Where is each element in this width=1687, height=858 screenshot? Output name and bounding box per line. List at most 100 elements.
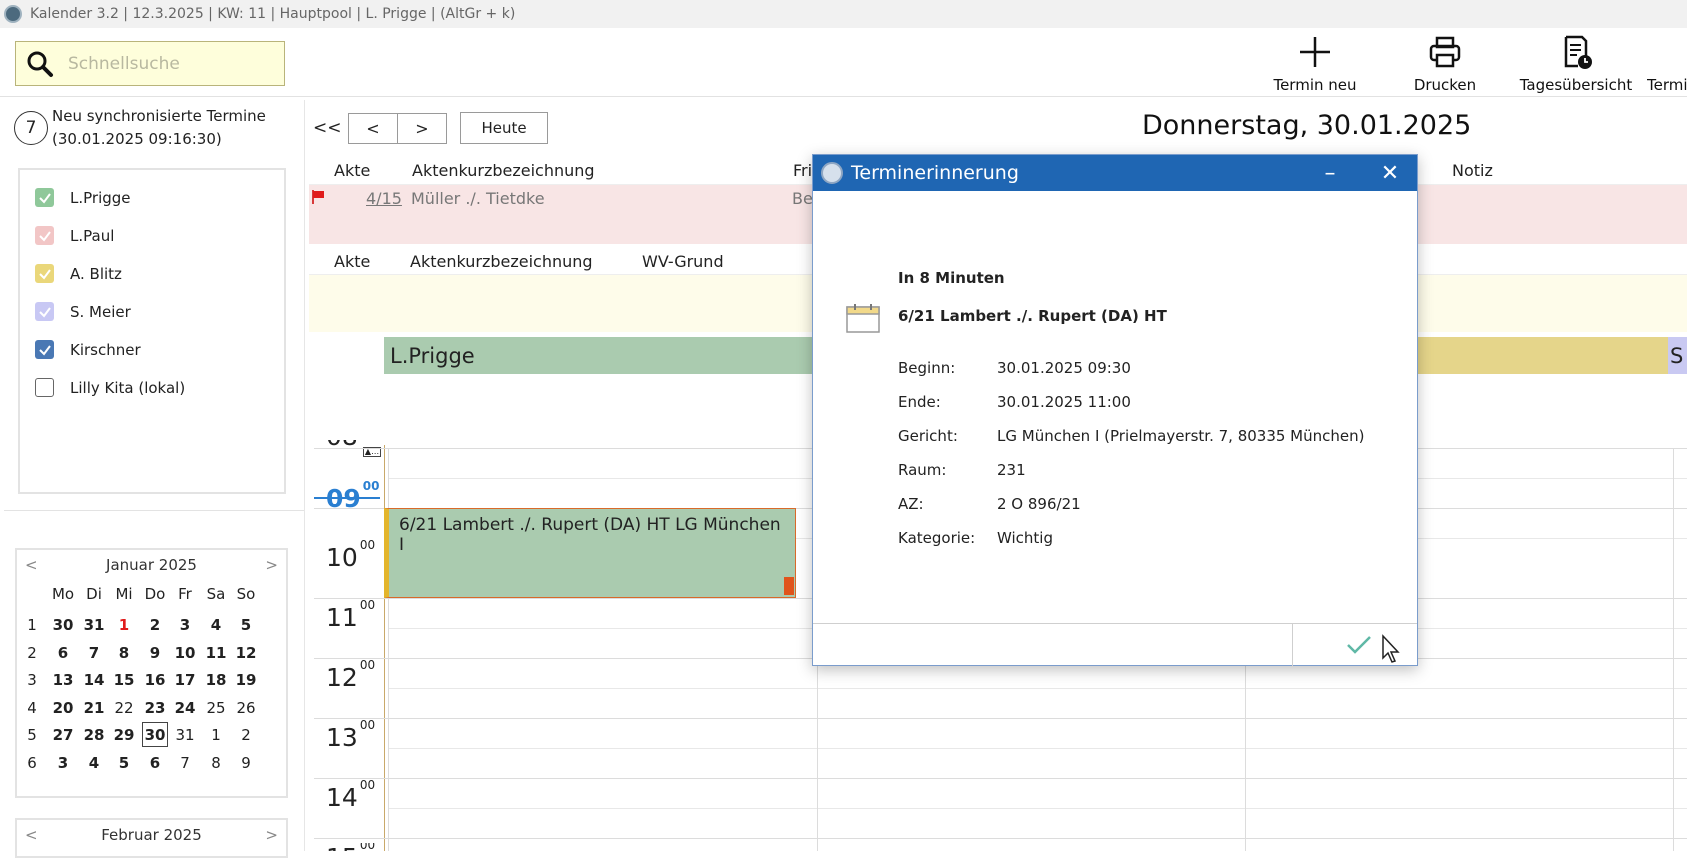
mini-calendar-day[interactable]: 25 (200, 693, 232, 722)
mini-calendar-day[interactable]: 12 (230, 638, 262, 667)
day-overview-button[interactable]: Tagesübersicht (1518, 30, 1634, 96)
calendar-item-meier[interactable]: S. Meier (35, 302, 131, 321)
mini-calendar-day[interactable]: 8 (108, 638, 140, 667)
resource-header-meier[interactable]: S (1668, 337, 1687, 374)
dialog-footer (813, 623, 1417, 666)
calendar-icon (846, 304, 880, 333)
mini-calendar-day[interactable]: 9 (230, 748, 262, 777)
confirm-button[interactable] (1341, 630, 1377, 660)
week-number: 6 (27, 753, 37, 772)
mini-calendar-day[interactable]: 24 (169, 693, 201, 722)
mini-calendar-day[interactable]: 13 (47, 665, 79, 694)
resource-header-prigge[interactable]: L.Prigge (384, 337, 814, 374)
task-col-kurz[interactable]: Aktenkurzbezeichnung (412, 161, 595, 180)
calendar-checkbox[interactable] (35, 226, 54, 245)
mini-calendar-day[interactable]: 5 (230, 610, 262, 639)
window-title: Kalender 3.2 | 12.3.2025 | KW: 11 | Haup… (30, 6, 516, 22)
calendar-item-lilly-kita[interactable]: Lilly Kita (lokal) (35, 378, 185, 397)
mini-calendar-day[interactable]: 19 (230, 665, 262, 694)
mini-calendar-day[interactable]: 6 (139, 748, 171, 777)
weekday-header: Fr (178, 584, 192, 603)
mini-calendar-day[interactable]: 31 (78, 610, 110, 639)
mini-prev-month-button[interactable]: < (25, 556, 38, 574)
mini-calendar-day[interactable]: 3 (169, 610, 201, 639)
mini-calendar-day[interactable]: 4 (200, 610, 232, 639)
search-input[interactable]: Schnellsuche (15, 41, 285, 86)
mini-calendar-day[interactable]: 29 (108, 720, 140, 749)
prev-day-button[interactable]: < (348, 113, 398, 144)
mini-calendar-day[interactable]: 2 (230, 720, 262, 749)
calendar-item-prigge[interactable]: L.Prigge (35, 188, 131, 207)
mini-calendar-day[interactable]: 16 (139, 665, 171, 694)
mini-calendar-day[interactable]: 7 (169, 748, 201, 777)
wv-col-akte[interactable]: Akte (334, 252, 370, 271)
weekday-header: Mo (51, 584, 75, 603)
calendar-checkbox[interactable] (35, 302, 54, 321)
mini-calendar-day[interactable]: 31 (169, 720, 201, 749)
task-col-frist[interactable]: Fri (793, 161, 812, 180)
toolbar-divider (0, 96, 1687, 97)
first-page-button[interactable]: << (313, 118, 342, 138)
calendar-item-kirschner[interactable]: Kirschner (35, 340, 141, 359)
mini-calendar-day[interactable]: 21 (78, 693, 110, 722)
mini-calendar-day[interactable]: 3 (47, 748, 79, 777)
next-day-button[interactable]: > (397, 113, 447, 144)
mini-calendar-day[interactable]: 20 (47, 693, 79, 722)
mini-calendar-day[interactable]: 30 (142, 722, 168, 747)
calendar-name: Kirschner (70, 340, 141, 359)
mini-calendar-day[interactable]: 1 (200, 720, 232, 749)
mini-calendar-day[interactable]: 28 (78, 720, 110, 749)
current-time-indicator (314, 497, 380, 499)
window-titlebar: Kalender 3.2 | 12.3.2025 | KW: 11 | Haup… (0, 0, 1687, 28)
mini-calendar-day[interactable]: 30 (47, 610, 79, 639)
mini-calendar-day[interactable]: 10 (169, 638, 201, 667)
day-overview-label: Tagesübersicht (1519, 76, 1633, 94)
mini-calendar-day[interactable]: 26 (230, 693, 262, 722)
new-appointment-button[interactable]: Termin neu (1265, 30, 1365, 96)
dialog-titlebar[interactable]: Terminerinnerung – ✕ (813, 155, 1417, 191)
mini-calendar-day[interactable]: 4 (78, 748, 110, 777)
mini-next-month-button[interactable]: > (265, 556, 278, 574)
mini-calendar-day[interactable]: 6 (47, 638, 79, 667)
print-button[interactable]: Drucken (1395, 30, 1495, 96)
sync-info[interactable]: Neu synchronisierte Termine (30.01.2025 … (52, 105, 266, 151)
mini-calendar-day[interactable]: 15 (108, 665, 140, 694)
appointment-text: 6/21 Lambert ./. Rupert (DA) HT LG Münch… (399, 515, 781, 555)
mini-calendar-day[interactable]: 1 (108, 610, 140, 639)
calendar-checkbox[interactable] (35, 188, 54, 207)
mini-calendar-day[interactable]: 22 (108, 693, 140, 722)
task-akte-link[interactable]: 4/15 (366, 189, 402, 208)
mini-calendar-day[interactable]: 9 (139, 638, 171, 667)
calendar-item-paul[interactable]: L.Paul (35, 226, 114, 245)
mini-calendar-day[interactable]: 5 (108, 748, 140, 777)
calendar-checkbox[interactable] (35, 264, 54, 283)
close-button[interactable]: ✕ (1375, 161, 1405, 186)
mini-calendar-day[interactable]: 27 (47, 720, 79, 749)
task-col-notiz[interactable]: Notiz (1452, 161, 1493, 180)
task-frist: Be (792, 189, 813, 208)
mini-next-month-button[interactable]: > (265, 826, 278, 844)
weekday-header: Mi (115, 584, 133, 603)
mini-calendar-day[interactable]: 11 (200, 638, 232, 667)
mini-calendar-day[interactable]: 2 (139, 610, 171, 639)
mini-calendar-day[interactable]: 17 (169, 665, 201, 694)
mini-prev-month-button[interactable]: < (25, 826, 38, 844)
wv-col-grund[interactable]: WV-Grund (642, 252, 724, 271)
wv-col-kurz[interactable]: Aktenkurzbezeichnung (410, 252, 593, 271)
today-button[interactable]: Heute (460, 112, 548, 144)
calendar-checkbox[interactable] (35, 378, 54, 397)
calendar-checkbox[interactable] (35, 340, 54, 359)
mini-calendar-day[interactable]: 23 (139, 693, 171, 722)
appointment-block[interactable]: 6/21 Lambert ./. Rupert (DA) HT LG Münch… (384, 508, 796, 598)
calendar-item-blitz[interactable]: A. Blitz (35, 264, 122, 283)
mini-calendar-day[interactable]: 14 (78, 665, 110, 694)
mini-calendar-day[interactable]: 8 (200, 748, 232, 777)
checkmark-icon (1347, 636, 1371, 654)
minimize-button[interactable]: – (1315, 161, 1345, 186)
sync-count-badge[interactable]: 7 (14, 111, 48, 145)
more-toolbar-button[interactable]: Termi (1647, 30, 1687, 96)
mini-calendar-day[interactable]: 7 (78, 638, 110, 667)
task-col-akte[interactable]: Akte (334, 161, 370, 180)
resource-header-blitz[interactable] (1418, 337, 1668, 374)
mini-calendar-day[interactable]: 18 (200, 665, 232, 694)
